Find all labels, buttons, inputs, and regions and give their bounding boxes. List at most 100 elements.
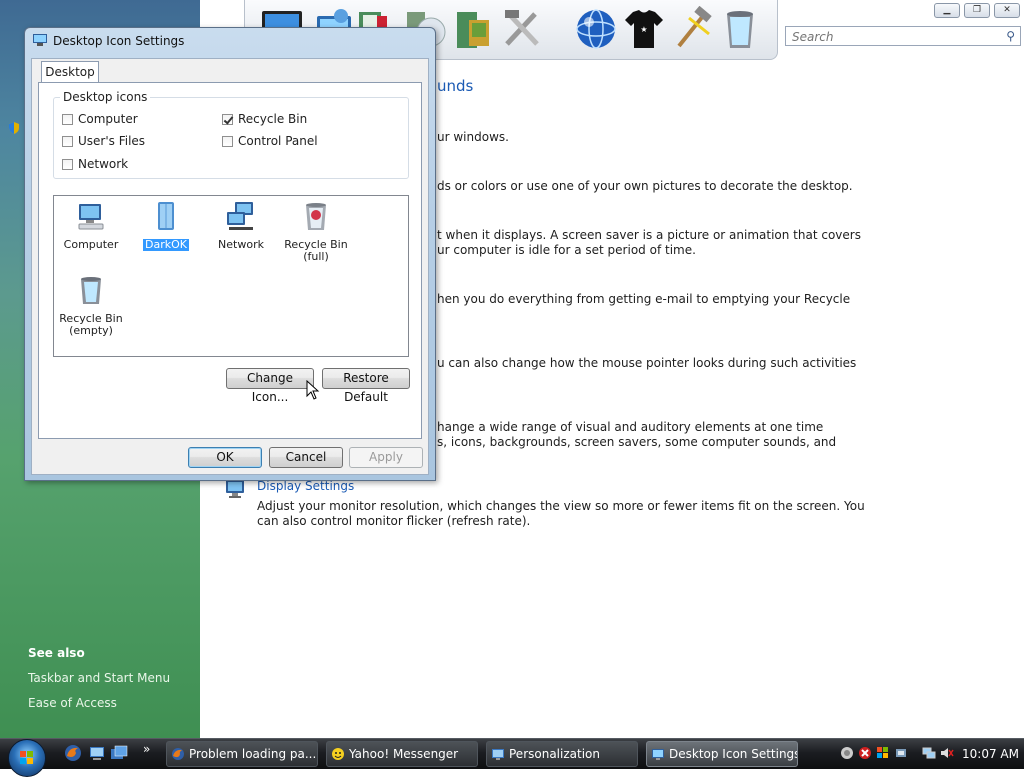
network-checkbox[interactable]: Network (62, 157, 128, 171)
mouse-pointers-description: u can also change how the mouse pointer … (437, 356, 857, 370)
search-input[interactable] (790, 28, 994, 46)
picture-folder-dock-icon[interactable] (451, 6, 497, 52)
show-desktop-icon[interactable] (88, 744, 106, 762)
tray-tool-icon[interactable] (894, 746, 908, 760)
network-icon (227, 202, 253, 230)
see-also-heading: See also (28, 646, 85, 660)
windows-logo-icon (20, 751, 33, 764)
theme-description-1: hange a wide range of visual and auditor… (437, 420, 824, 434)
network-tray-icon[interactable] (922, 746, 936, 760)
list-item-recycle-bin-empty[interactable]: Recycle Bin (empty) (55, 274, 127, 337)
checkbox-box[interactable] (62, 136, 73, 147)
icon-label: DarkOK (142, 238, 190, 252)
taskbar-item-firefox[interactable]: Problem loading pa... (166, 741, 318, 767)
tshirt-dock-icon[interactable]: ★ (621, 6, 667, 52)
desktop-icon-settings-icon (33, 34, 47, 46)
dialog-title: Desktop Icon Settings (53, 34, 185, 48)
ok-button[interactable]: OK (188, 447, 262, 468)
icon-label: Computer (63, 238, 119, 251)
firefox-icon (172, 748, 184, 760)
search-box[interactable]: ⚲ (785, 26, 1021, 46)
apply-button: Apply (349, 447, 423, 468)
checkbox-label: Recycle Bin (238, 112, 308, 126)
cancel-button[interactable]: Cancel (269, 447, 343, 468)
task-label: Desktop Icon Settings (669, 747, 798, 761)
personalization-icon (492, 749, 504, 760)
task-label: Yahoo! Messenger (349, 747, 459, 761)
security-alert-icon[interactable] (858, 746, 872, 760)
globe-dock-icon[interactable] (573, 6, 619, 52)
desktop-icon-settings-dialog: Desktop Icon Settings Desktop Desktop ic… (24, 27, 436, 481)
icon-list[interactable]: Computer DarkOK Network Recycle Bin (ful… (53, 195, 409, 357)
recycle-bin-dock-icon[interactable] (717, 6, 763, 52)
shield-icon (9, 122, 19, 134)
display-settings-link[interactable]: Display Settings (257, 479, 354, 493)
checkbox-label: Control Panel (238, 134, 318, 148)
desktop-icons-group: Desktop icons Computer User's Files Netw… (53, 90, 409, 179)
theme-description-2: s, icons, backgrounds, screen savers, so… (437, 435, 837, 449)
volume-muted-icon[interactable] (940, 746, 954, 760)
checkbox-label: Computer (78, 112, 138, 126)
taskbar-item-personalization[interactable]: Personalization (486, 741, 638, 767)
yahoo-messenger-icon (332, 748, 344, 760)
clock[interactable]: 10:07 AM (962, 747, 1019, 761)
checkbox-box[interactable] (222, 114, 233, 125)
desktop-icon-settings-icon (652, 749, 664, 760)
sounds-description: hen you do everything from getting e-mai… (437, 292, 851, 306)
maximize-button[interactable]: ❐ (964, 3, 990, 18)
checkbox-box[interactable] (62, 114, 73, 125)
close-button[interactable]: ✕ (994, 3, 1020, 18)
display-settings-icon[interactable] (224, 478, 246, 500)
windows-flag-tray-icon[interactable] (876, 746, 890, 760)
recycle-bin-full-icon (306, 203, 326, 230)
screen-saver-description-2: ur computer is idle for a set period of … (437, 243, 696, 257)
darkok-icon (158, 202, 174, 230)
checkbox-label: Network (78, 157, 129, 171)
minimize-button[interactable]: ▁ (934, 3, 960, 18)
computer-icon (78, 204, 104, 230)
svg-text:★: ★ (640, 25, 647, 34)
list-item-computer[interactable]: Computer (55, 200, 127, 251)
control-panel-checkbox[interactable]: Control Panel (222, 134, 318, 148)
recycle-bin-empty-icon (81, 277, 101, 304)
task-label: Problem loading pa... (189, 747, 317, 761)
hammer-tools-dock-icon[interactable] (669, 6, 715, 52)
desktop-background-description: ds or colors or use one of your own pict… (437, 179, 853, 193)
tools-dock-icon[interactable] (499, 6, 545, 52)
dialog-body: Desktop Desktop icons Computer User's Fi… (31, 58, 429, 475)
icon-label: Recycle Bin (empty) (59, 312, 123, 337)
mouse-cursor-icon (306, 380, 320, 400)
icon-label: Recycle Bin (full) (284, 238, 348, 263)
list-item-recycle-bin-full[interactable]: Recycle Bin (full) (280, 200, 352, 263)
screen-saver-description-1: t when it displays. A screen saver is a … (437, 228, 861, 242)
list-item-darkok[interactable]: DarkOK (130, 200, 202, 252)
tray-app-icon[interactable] (840, 746, 854, 760)
restore-default-button[interactable]: Restore Default (322, 368, 410, 404)
icon-label: Network (218, 238, 264, 251)
tab-desktop[interactable]: Desktop (41, 61, 99, 83)
display-settings-description-1: Adjust your monitor resolution, which ch… (257, 499, 865, 513)
firefox-quicklaunch-icon[interactable] (64, 744, 82, 762)
switch-windows-icon[interactable] (110, 744, 128, 762)
computer-checkbox[interactable]: Computer (62, 112, 138, 126)
recycle-bin-checkbox[interactable]: Recycle Bin (222, 112, 307, 126)
page-title: unds (437, 77, 474, 95)
checkbox-label: User's Files (78, 134, 146, 148)
taskbar-and-start-menu-link[interactable]: Taskbar and Start Menu (28, 671, 170, 685)
taskbar-item-desktop-icon-settings[interactable]: Desktop Icon Settings (646, 741, 798, 767)
checkbox-box[interactable] (62, 159, 73, 170)
users-files-checkbox[interactable]: User's Files (62, 134, 145, 148)
desktop-icons-group-label: Desktop icons (60, 90, 151, 104)
ease-of-access-link[interactable]: Ease of Access (28, 696, 117, 710)
list-item-network[interactable]: Network (205, 200, 277, 251)
quicklaunch-overflow[interactable]: » (143, 742, 150, 756)
change-icon-button[interactable]: Change Icon... (226, 368, 314, 404)
taskbar-item-yahoo-messenger[interactable]: Yahoo! Messenger (326, 741, 478, 767)
search-icon[interactable]: ⚲ (1006, 29, 1015, 43)
task-label: Personalization (509, 747, 600, 761)
taskbar: » Problem loading pa... Yahoo! Messenger… (0, 738, 1024, 777)
start-button[interactable] (8, 739, 46, 777)
window-color-description: ur windows. (437, 130, 509, 144)
tab-panel: Desktop icons Computer User's Files Netw… (38, 82, 422, 439)
checkbox-box[interactable] (222, 136, 233, 147)
